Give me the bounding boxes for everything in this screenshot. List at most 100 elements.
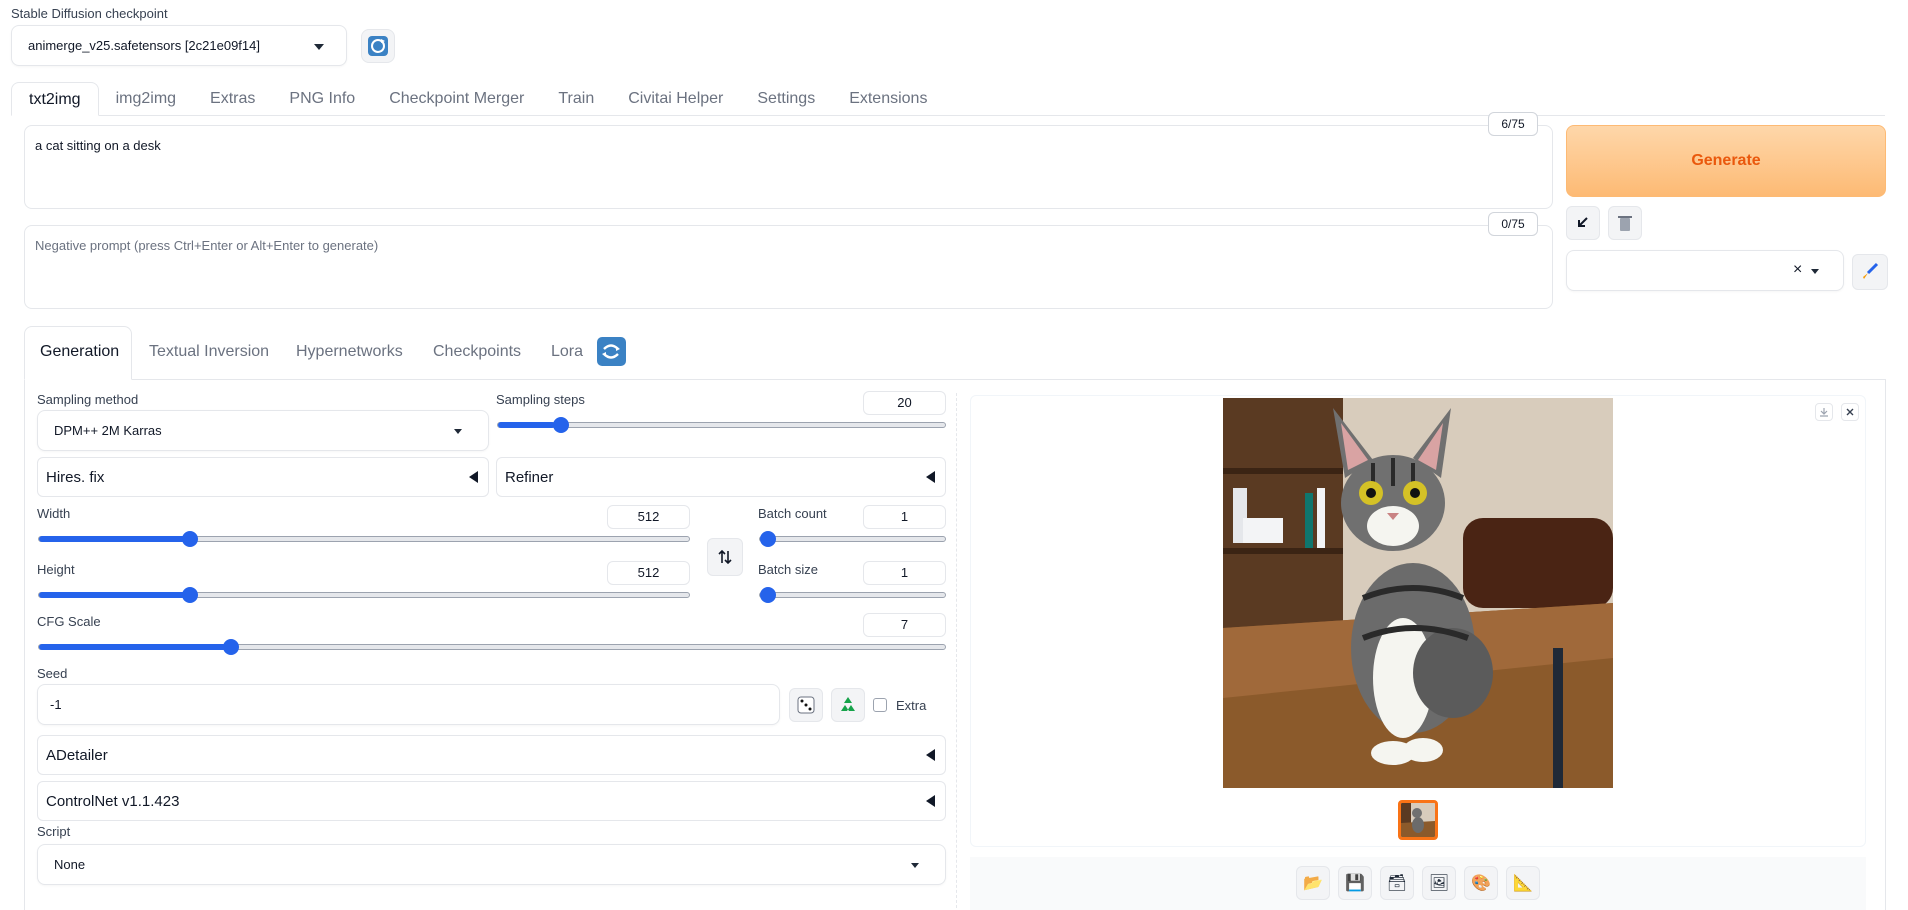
slider-thumb[interactable] bbox=[760, 587, 776, 603]
chevron-down-icon bbox=[911, 863, 919, 868]
close-icon bbox=[1846, 408, 1854, 416]
tab-extensions[interactable]: Extensions bbox=[832, 82, 944, 116]
collapse-triangle-icon bbox=[926, 795, 935, 807]
cfg-scale-label: CFG Scale bbox=[37, 614, 101, 629]
prompt-input[interactable]: a cat sitting on a desk bbox=[24, 125, 1553, 209]
slider-fill bbox=[498, 422, 555, 428]
checkpoint-select[interactable]: animerge_v25.safetensors [2c21e09f14] bbox=[11, 25, 347, 66]
checkpoint-label: Stable Diffusion checkpoint bbox=[11, 6, 168, 21]
main-tabs: txt2img img2img Extras PNG Info Checkpoi… bbox=[11, 82, 944, 116]
sampling-steps-slider[interactable] bbox=[497, 417, 946, 433]
sampling-method-select[interactable]: DPM++ 2M Karras bbox=[37, 410, 489, 451]
output-divider bbox=[956, 393, 957, 910]
tab-train[interactable]: Train bbox=[541, 82, 611, 116]
checkpoint-value: animerge_v25.safetensors [2c21e09f14] bbox=[28, 38, 260, 53]
batch-count-input[interactable]: 1 bbox=[863, 505, 946, 529]
batch-count-label: Batch count bbox=[758, 506, 827, 521]
download-button[interactable] bbox=[1815, 403, 1833, 421]
chevron-down-icon bbox=[314, 44, 324, 50]
seed-label: Seed bbox=[37, 666, 68, 681]
sampling-method-value: DPM++ 2M Karras bbox=[54, 423, 162, 438]
batch-count-slider[interactable] bbox=[759, 531, 946, 547]
tab-txt2img[interactable]: txt2img bbox=[11, 82, 99, 116]
trash-icon bbox=[1618, 216, 1632, 231]
extra-seed-checkbox[interactable] bbox=[873, 698, 887, 712]
folder-icon: 📂 bbox=[1303, 875, 1323, 892]
open-folder-button[interactable]: 📂 bbox=[1296, 866, 1330, 900]
cfg-scale-slider[interactable] bbox=[38, 639, 946, 655]
send-to-img2img-button[interactable]: 🖼 bbox=[1422, 866, 1456, 900]
collapse-triangle-icon bbox=[926, 749, 935, 761]
batch-size-slider[interactable] bbox=[759, 587, 946, 603]
send-to-extras-icon: 📐 bbox=[1513, 875, 1533, 892]
script-label: Script bbox=[37, 824, 71, 839]
batch-size-input[interactable]: 1 bbox=[863, 561, 946, 585]
tab-extras[interactable]: Extras bbox=[193, 82, 272, 116]
tab-settings[interactable]: Settings bbox=[740, 82, 832, 116]
script-value: None bbox=[54, 857, 86, 872]
slider-thumb[interactable] bbox=[223, 639, 240, 655]
subtab-hypernetworks[interactable]: Hypernetworks bbox=[296, 343, 403, 361]
refresh-checkpoint-button[interactable] bbox=[361, 29, 395, 63]
refresh-extra-networks-button[interactable] bbox=[597, 337, 626, 366]
refiner-accordion[interactable]: Refiner bbox=[496, 457, 946, 497]
paintbrush-icon bbox=[1863, 262, 1879, 279]
cfg-scale-input[interactable]: 7 bbox=[863, 613, 946, 637]
swap-arrows-icon bbox=[718, 549, 732, 565]
zip-button[interactable]: 🗃 bbox=[1380, 866, 1414, 900]
tab-civitai-helper[interactable]: Civitai Helper bbox=[611, 82, 740, 116]
send-to-inpaint-icon: 🎨 bbox=[1471, 875, 1491, 892]
dice-icon bbox=[797, 696, 815, 714]
subtab-generation[interactable]: Generation bbox=[40, 343, 119, 361]
script-select[interactable]: None bbox=[37, 844, 946, 885]
tab-png-info[interactable]: PNG Info bbox=[272, 82, 372, 116]
width-input[interactable]: 512 bbox=[607, 505, 690, 529]
download-icon bbox=[1820, 408, 1828, 417]
extra-seed-label: Extra bbox=[896, 698, 927, 713]
controlnet-accordion[interactable]: ControlNet v1.1.423 bbox=[37, 781, 946, 821]
close-preview-button[interactable] bbox=[1841, 403, 1859, 421]
zip-icon: 🗃 bbox=[1386, 875, 1408, 892]
send-to-extras-button[interactable]: 📐 bbox=[1506, 866, 1540, 900]
height-slider[interactable] bbox=[38, 587, 690, 603]
subtab-lora[interactable]: Lora bbox=[551, 343, 583, 361]
generated-image[interactable] bbox=[1223, 398, 1613, 788]
refiner-label: Refiner bbox=[505, 468, 554, 486]
read-generation-params-button[interactable] bbox=[1566, 206, 1600, 240]
hires-fix-accordion[interactable]: Hires. fix bbox=[37, 457, 489, 497]
save-button[interactable]: 💾 bbox=[1338, 866, 1372, 900]
width-label: Width bbox=[37, 506, 71, 521]
adetailer-accordion[interactable]: ADetailer bbox=[37, 735, 946, 775]
controlnet-label: ControlNet v1.1.423 bbox=[46, 792, 180, 810]
sampling-steps-input[interactable]: 20 bbox=[863, 391, 946, 415]
sampling-method-label: Sampling method bbox=[37, 392, 139, 407]
swap-dimensions-button[interactable] bbox=[707, 538, 743, 576]
random-seed-button[interactable] bbox=[789, 688, 823, 722]
clear-prompt-button[interactable] bbox=[1608, 206, 1642, 240]
refresh-icon bbox=[368, 36, 388, 56]
tab-img2img[interactable]: img2img bbox=[99, 82, 193, 116]
generate-button[interactable]: Generate bbox=[1566, 125, 1886, 197]
batch-size-label: Batch size bbox=[758, 562, 818, 577]
height-input[interactable]: 512 bbox=[607, 561, 690, 585]
subtab-checkpoints[interactable]: Checkpoints bbox=[433, 343, 521, 361]
slider-thumb[interactable] bbox=[760, 531, 776, 547]
reuse-seed-button[interactable] bbox=[831, 688, 865, 722]
slider-thumb[interactable] bbox=[552, 417, 569, 433]
save-icon: 💾 bbox=[1345, 875, 1365, 892]
slider-fill bbox=[39, 536, 186, 542]
collapse-triangle-icon bbox=[926, 471, 935, 483]
tab-checkpoint-merger[interactable]: Checkpoint Merger bbox=[372, 82, 541, 116]
gallery-thumbnail[interactable] bbox=[1398, 800, 1438, 840]
edit-styles-button[interactable] bbox=[1852, 254, 1888, 290]
negative-prompt-input[interactable]: Negative prompt (press Ctrl+Enter or Alt… bbox=[24, 225, 1553, 309]
styles-dropdown[interactable]: × bbox=[1566, 250, 1844, 291]
seed-input[interactable]: -1 bbox=[37, 684, 780, 725]
slider-fill bbox=[39, 592, 186, 598]
subtab-textual-inversion[interactable]: Textual Inversion bbox=[149, 343, 269, 361]
send-to-inpaint-button[interactable]: 🎨 bbox=[1464, 866, 1498, 900]
styles-clear-icon[interactable]: × bbox=[1793, 261, 1802, 279]
width-slider[interactable] bbox=[38, 531, 690, 547]
output-toolbar bbox=[970, 857, 1866, 910]
cat-thumbnail-image bbox=[1401, 803, 1435, 837]
